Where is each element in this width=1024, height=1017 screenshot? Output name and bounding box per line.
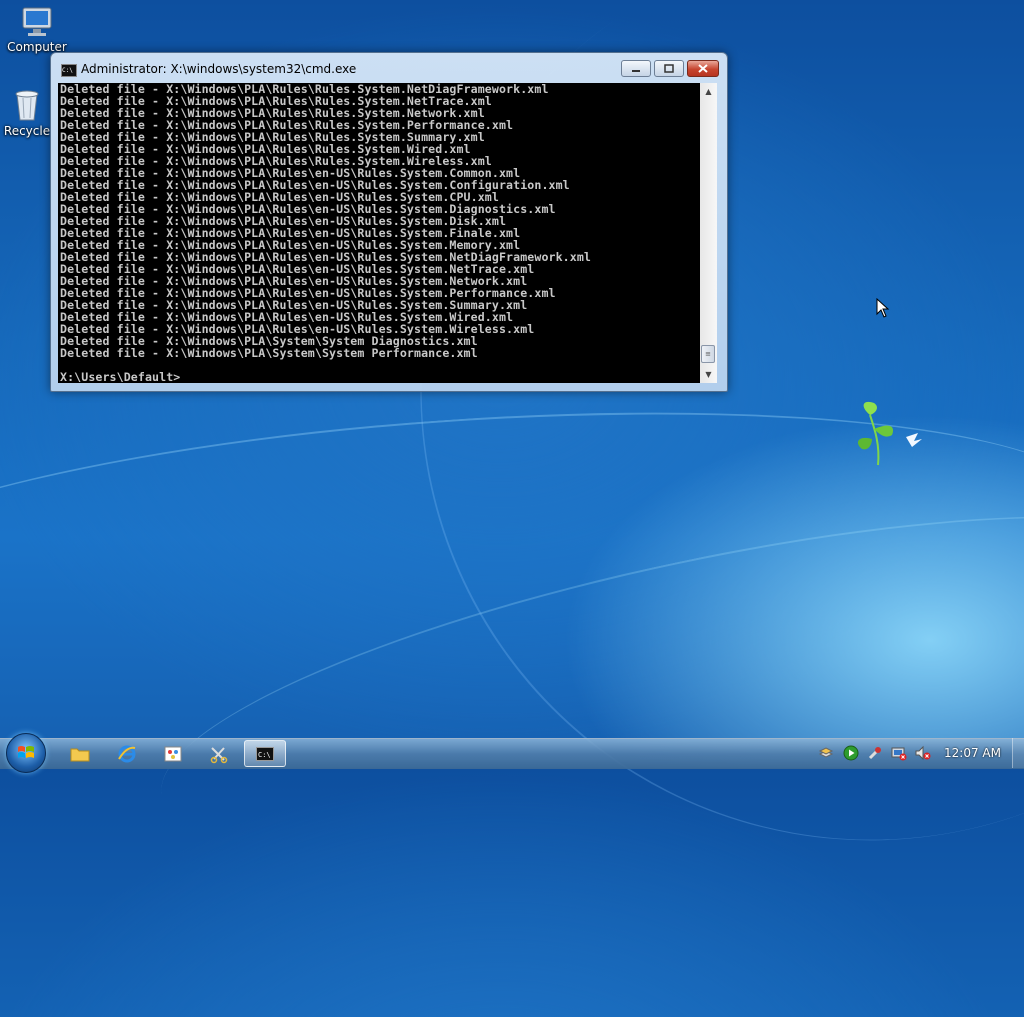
wallpaper-plant [857, 401, 922, 466]
vertical-scrollbar[interactable]: ▲ ≡ ▼ [700, 83, 717, 383]
computer-icon [22, 7, 52, 36]
network-icon[interactable] [891, 745, 907, 761]
start-button[interactable] [6, 733, 46, 773]
scroll-down-icon: ▼ [705, 370, 712, 379]
cmd-icon: C:\ [61, 64, 77, 77]
console-output[interactable]: Deleted file - X:\Windows\PLA\Rules\Rule… [58, 83, 700, 383]
console-line: Deleted file - X:\Windows\PLA\System\Sys… [60, 346, 478, 360]
maximize-button[interactable] [654, 60, 684, 77]
console-line: X:\Users\Default> [60, 370, 181, 383]
snipping-icon [210, 746, 228, 763]
mouse-cursor-icon [876, 298, 890, 318]
layers-icon[interactable] [818, 745, 834, 761]
taskbar-clock[interactable]: 12:07 AM [944, 746, 1001, 760]
desktop-icon-label: Recycle [3, 124, 51, 138]
play-icon[interactable] [843, 745, 859, 761]
cmd-window[interactable]: C:\ Administrator: X:\windows\system32\c… [50, 52, 728, 392]
recycle-bin-icon [15, 90, 39, 121]
cmd-icon: C:\ [256, 746, 274, 761]
show-desktop-button[interactable] [1012, 738, 1024, 768]
scroll-down-button[interactable]: ▼ [700, 366, 717, 383]
tools-icon[interactable] [867, 745, 883, 761]
volume-muted-icon[interactable] [915, 745, 931, 761]
svg-text:C:\: C:\ [258, 751, 271, 759]
paint-icon [164, 746, 182, 761]
console-text: Deleted file - X:\Windows\PLA\Rules\Rule… [58, 83, 700, 383]
internet-explorer-icon [118, 745, 136, 762]
scroll-up-button[interactable]: ▲ [700, 83, 717, 100]
close-icon [698, 64, 708, 73]
taskbar-ie-button[interactable] [107, 740, 147, 767]
close-button[interactable] [687, 60, 719, 77]
desktop-icon-computer[interactable]: Computer [2, 6, 72, 54]
taskbar-snipping-button[interactable] [199, 740, 239, 767]
taskbar-explorer-button[interactable] [60, 740, 100, 767]
windows-start-icon [18, 746, 34, 758]
taskbar-paint-button[interactable] [153, 740, 193, 767]
window-title: Administrator: X:\windows\system32\cmd.e… [81, 62, 357, 76]
maximize-icon [664, 64, 674, 73]
folder-icon [70, 748, 90, 761]
minimize-icon [632, 69, 640, 72]
title-bar[interactable]: C:\ Administrator: X:\windows\system32\c… [51, 53, 727, 83]
taskbar-cmd-button[interactable]: C:\ [244, 740, 286, 767]
minimize-button[interactable] [621, 60, 651, 77]
scroll-thumb[interactable]: ≡ [701, 345, 715, 363]
scroll-up-icon: ▲ [705, 87, 712, 96]
